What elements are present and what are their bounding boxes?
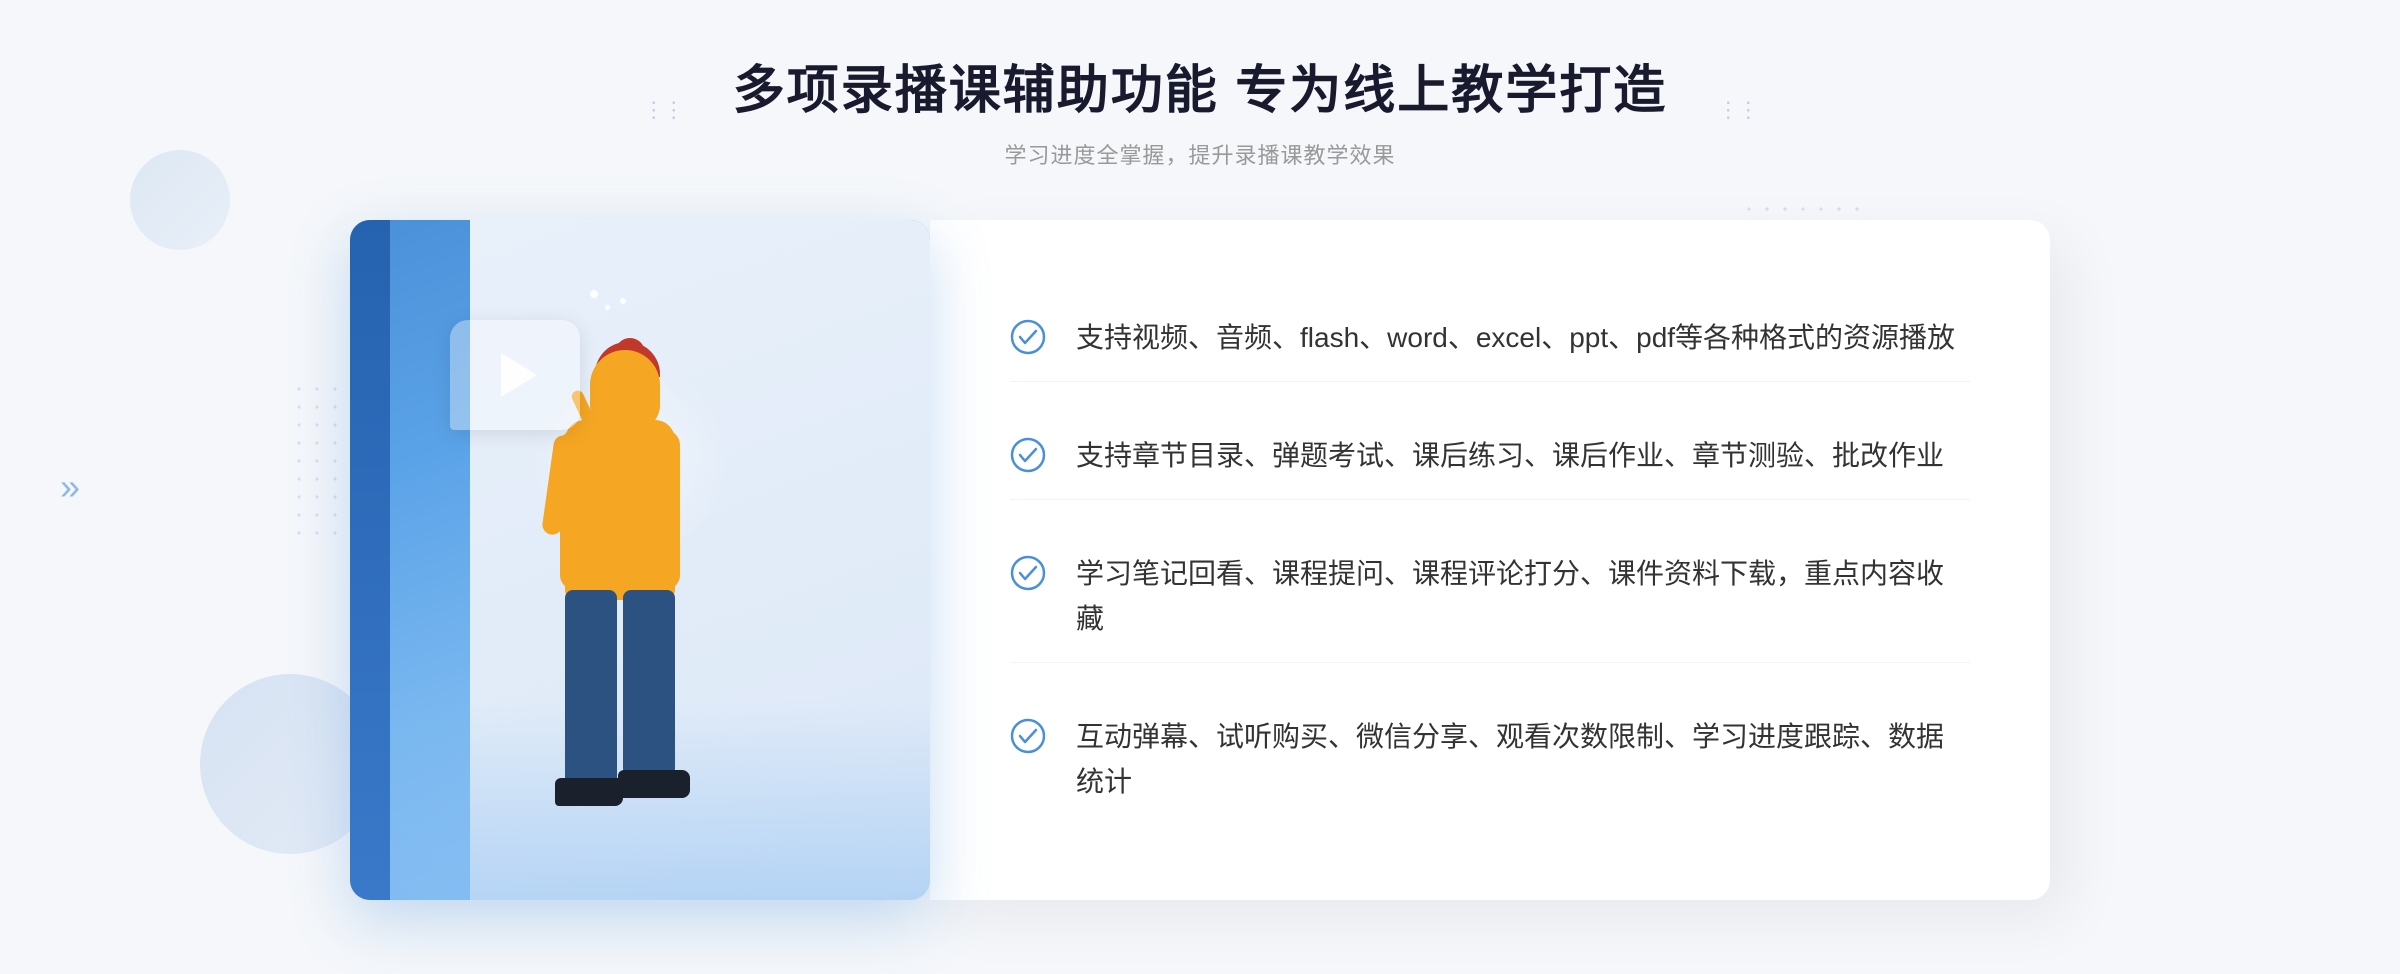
check-icon-2 (1010, 437, 1046, 473)
person-shoe-left (555, 778, 623, 806)
check-icon-4 (1010, 718, 1046, 754)
header-decoration-right: ⋮⋮ (1717, 97, 1757, 123)
page-subtitle: 学习进度全掌握，提升录播课教学效果 (733, 138, 1667, 170)
features-panel: 支持视频、音频、flash、word、excel、ppt、pdf等各种格式的资源… (930, 220, 2050, 900)
sparkle-3 (620, 298, 626, 304)
feature-text-3: 学习笔记回看、课程提问、课程评论打分、课件资料下载，重点内容收藏 (1076, 552, 1970, 642)
check-icon-3 (1010, 555, 1046, 591)
check-icon-1 (1010, 319, 1046, 355)
sparkle-2 (605, 305, 610, 310)
sparkle-1 (590, 290, 598, 298)
header-decoration-left: ⋮⋮ (643, 97, 683, 123)
header-section: ⋮⋮ ⋮⋮ 多项录播课辅助功能 专为线上教学打造 学习进度全掌握，提升录播课教学… (733, 60, 1667, 170)
person-shoe-right (618, 770, 690, 798)
feature-item-1: 支持视频、音频、flash、word、excel、ppt、pdf等各种格式的资源… (1010, 296, 1970, 382)
person-head (590, 350, 660, 430)
person-body (565, 420, 675, 600)
left-arrow-icon: » (60, 466, 80, 508)
feature-text-4: 互动弹幕、试听购买、微信分享、观看次数限制、学习进度跟踪、数据统计 (1076, 715, 1970, 805)
person-pants-right (623, 590, 675, 780)
feature-item-3: 学习笔记回看、课程提问、课程评论打分、课件资料下载，重点内容收藏 (1010, 532, 1970, 663)
feature-text-2: 支持章节目录、弹题考试、课后练习、课后作业、章节测验、批改作业 (1076, 434, 1944, 479)
page-title: 多项录播课辅助功能 专为线上教学打造 (733, 60, 1667, 122)
image-card (350, 220, 930, 900)
person-pants-left (565, 590, 617, 790)
feature-item-4: 互动弹幕、试听购买、微信分享、观看次数限制、学习进度跟踪、数据统计 (1010, 695, 1970, 825)
feature-item-2: 支持章节目录、弹题考试、课后练习、课后作业、章节测验、批改作业 (1010, 414, 1970, 500)
content-area: 支持视频、音频、flash、word、excel、ppt、pdf等各种格式的资源… (350, 220, 2050, 900)
decorative-circle-2 (130, 150, 230, 250)
play-button-bubble (450, 320, 580, 430)
play-triangle-icon (501, 353, 537, 397)
feature-text-1: 支持视频、音频、flash、word、excel、ppt、pdf等各种格式的资源… (1076, 316, 1955, 361)
page-container: ⋮⋮ ⋮⋮ 多项录播课辅助功能 专为线上教学打造 学习进度全掌握，提升录播课教学… (0, 0, 2400, 974)
blue-sidebar (350, 220, 390, 900)
